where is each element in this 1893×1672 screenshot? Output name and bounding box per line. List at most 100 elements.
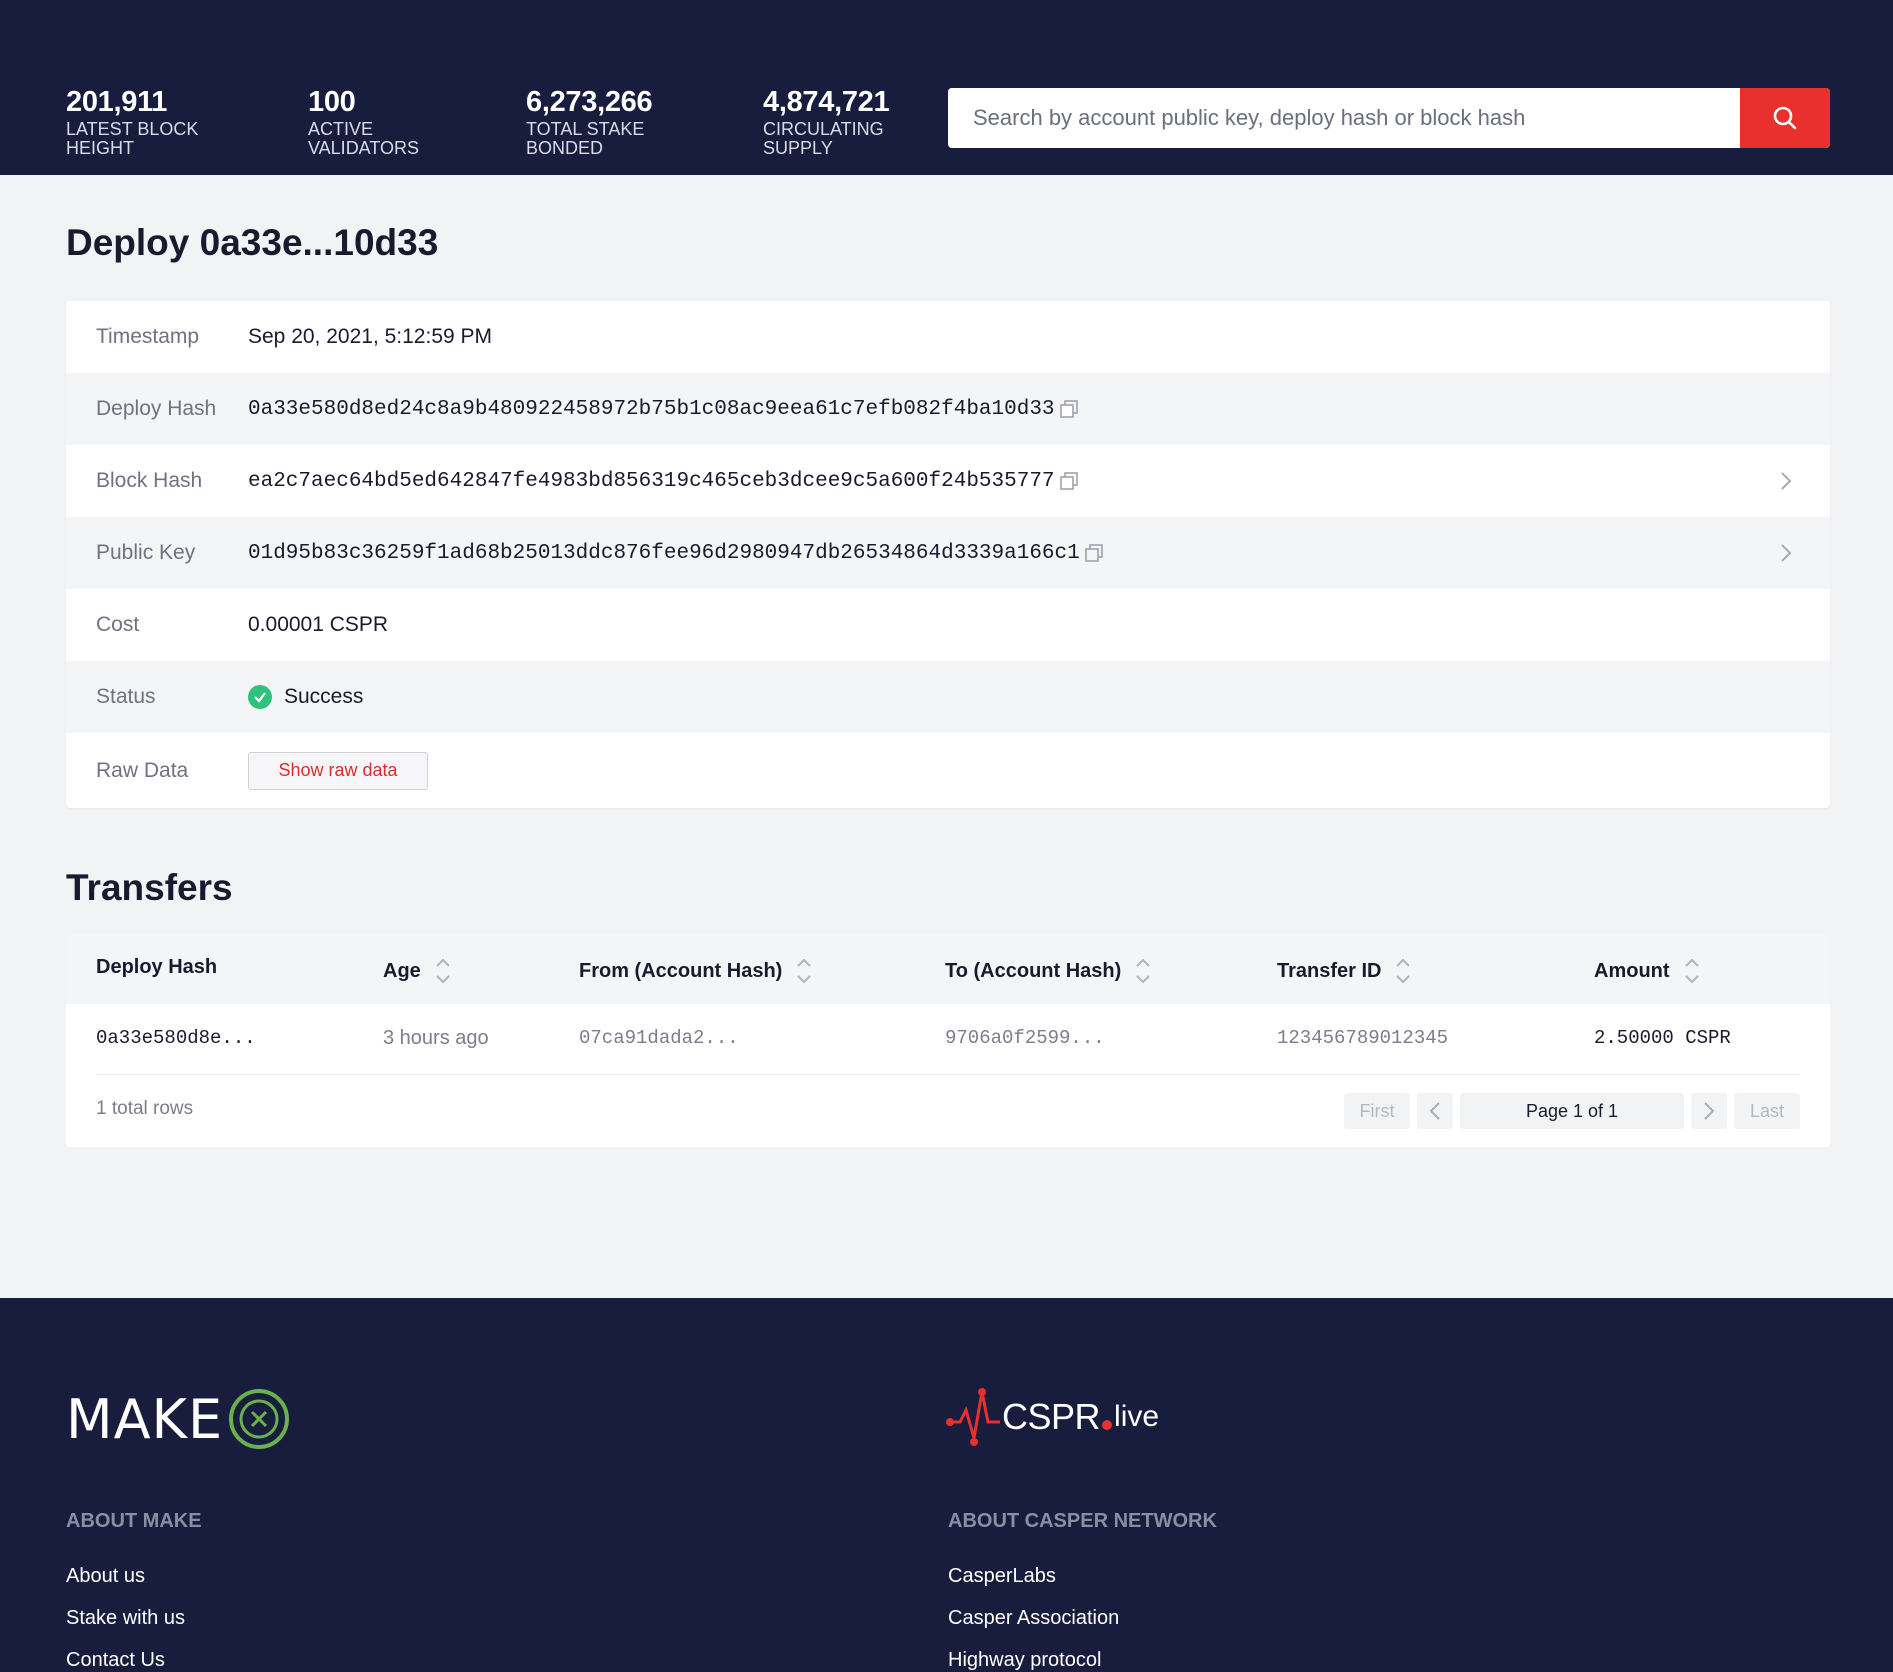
transfers-table: Deploy Hash Age From (Account Hash) To (… [66,934,1830,1147]
public-key-value[interactable]: 01d95b83c36259f1ad68b25013ddc876fee96d29… [248,542,1080,565]
status-text: Success [284,685,364,708]
stat-total-stake-bonded: 6,273,266 TOTAL STAKE BONDED [526,86,653,158]
column-header-label: Transfer ID [1277,959,1382,982]
cell-to[interactable]: 9706a0f2599... [945,1027,1105,1049]
search-bar [948,88,1830,148]
make-x-icon [229,1389,290,1449]
deploy-details-card: Timestamp Sep 20, 2021, 5:12:59 PM Deplo… [66,301,1830,808]
logo-dot [1102,1420,1113,1430]
sort-icon[interactable] [1684,956,1700,986]
column-header-label: Deploy Hash [96,956,218,978]
stat-label: SUPPLY [763,138,833,158]
chevron-right-icon[interactable] [1780,543,1792,563]
stat-value: 100 [308,86,356,118]
stat-label: BONDED [526,138,604,158]
stat-latest-block-height: 201,911 LATEST BLOCK HEIGHT [66,86,199,158]
footer-link-casper-association[interactable]: Casper Association [948,1607,1119,1630]
first-page-button[interactable]: First [1344,1093,1410,1129]
stat-label: VALIDATORS [308,138,420,158]
stat-label: CIRCULATING [763,119,884,139]
detail-row-deploy-hash: Deploy Hash 0a33e580d8ed24c8a9b480922458… [66,373,1830,445]
chevron-right-icon[interactable] [1780,471,1792,491]
footer-link-highway-protocol[interactable]: Highway protocol [948,1649,1101,1672]
stat-label: ACTIVE [308,119,374,139]
footer-link-stake-with-us[interactable]: Stake with us [66,1607,185,1630]
block-hash-value[interactable]: ea2c7aec64bd5ed642847fe4983bd856319c465c… [248,470,1055,493]
column-header-label: To (Account Hash) [945,959,1122,982]
column-header-transfer-id[interactable]: Transfer ID [1277,956,1411,986]
copy-icon[interactable] [1059,399,1079,419]
detail-row-timestamp: Timestamp Sep 20, 2021, 5:12:59 PM [66,301,1830,373]
divider [96,1074,1800,1075]
detail-value-wrap: Show raw data [248,751,428,790]
detail-label: Deploy Hash [96,397,217,420]
prev-page-button[interactable] [1417,1093,1453,1129]
cell-transfer-id: 123456789012345 [1277,1027,1449,1049]
column-header-to[interactable]: To (Account Hash) [945,956,1151,986]
footer-link-casperlabs[interactable]: CasperLabs [948,1565,1056,1588]
cspr-logo-text: CSPR [1002,1396,1101,1437]
footer-link-about-us[interactable]: About us [66,1565,145,1588]
sort-icon[interactable] [1135,956,1151,986]
make-logo[interactable]: MAKE [66,1387,291,1451]
footer-heading-about-make: ABOUT MAKE [66,1510,202,1532]
success-check-icon [248,685,272,709]
cell-amount: 2.50000 CSPR [1594,1027,1731,1049]
detail-value: 0.00001 CSPR [248,613,389,636]
cspr-live-logo[interactable]: CSPR live [946,1386,1159,1448]
detail-label: Block Hash [96,469,203,492]
top-bar: 201,911 LATEST BLOCK HEIGHT 100 ACTIVE V… [0,0,1893,175]
cell-from[interactable]: 07ca91dada2... [579,1027,739,1049]
detail-row-raw-data: Raw Data Show raw data [66,733,1830,808]
cspr-logo-suffix: live [1114,1400,1160,1433]
cell-deploy-hash[interactable]: 0a33e580d8e... [96,1027,256,1049]
copy-icon[interactable] [1084,543,1104,563]
column-header-age[interactable]: Age [383,956,451,986]
transfers-title: Transfers [66,867,233,908]
stat-circulating-supply: 4,874,721 CIRCULATING SUPPLY [763,86,890,158]
detail-row-block-hash[interactable]: Block Hash ea2c7aec64bd5ed642847fe4983bd… [66,445,1830,517]
detail-label: Public Key [96,541,196,564]
stat-active-validators: 100 ACTIVE VALIDATORS [308,86,420,158]
cell-age: 3 hours ago [383,1027,489,1049]
sort-icon[interactable] [1395,956,1411,986]
table-header: Deploy Hash Age From (Account Hash) To (… [66,934,1830,1004]
detail-row-cost: Cost 0.00001 CSPR [66,589,1830,661]
copy-icon[interactable] [1059,471,1079,491]
detail-label: Timestamp [96,325,200,348]
stat-label: HEIGHT [66,138,135,158]
show-raw-data-button[interactable]: Show raw data [248,751,428,790]
next-page-button[interactable] [1691,1093,1727,1129]
detail-value-wrap: 0a33e580d8ed24c8a9b480922458972b75b1c08a… [248,398,1079,421]
search-input[interactable] [948,88,1741,148]
sort-icon[interactable] [796,956,812,986]
detail-value-wrap: ea2c7aec64bd5ed642847fe4983bd856319c465c… [248,470,1079,493]
search-button[interactable] [1740,88,1830,148]
stat-value: 6,273,266 [526,86,653,118]
column-header-label: Age [383,959,421,982]
detail-row-status: Status Success [66,661,1830,733]
detail-label: Cost [96,613,140,636]
total-rows: 1 total rows [96,1098,194,1119]
detail-row-public-key[interactable]: Public Key 01d95b83c36259f1ad68b25013ddc… [66,517,1830,589]
deploy-hash-value: 0a33e580d8ed24c8a9b480922458972b75b1c08a… [248,397,1055,421]
page-title: Deploy 0a33e...10d33 [66,222,439,263]
column-header-amount[interactable]: Amount [1594,956,1700,986]
footer [0,1298,1893,1672]
last-page-button[interactable]: Last [1734,1093,1800,1129]
footer-link-contact-us[interactable]: Contact Us [66,1649,165,1672]
search-icon [1773,106,1797,130]
make-logo-text: MAKE [66,1387,224,1451]
chevron-right-icon [1704,1102,1715,1120]
column-header-from[interactable]: From (Account Hash) [579,956,812,986]
page-indicator: Page 1 of 1 [1460,1093,1684,1129]
stat-value: 4,874,721 [763,86,890,118]
stat-label: LATEST BLOCK [66,119,199,139]
column-header-label: Amount [1594,959,1670,982]
stat-value: 201,911 [66,86,168,118]
sort-icon[interactable] [435,956,451,986]
detail-label: Raw Data [96,758,189,782]
detail-label: Status [96,685,156,708]
column-header-deploy-hash: Deploy Hash [96,956,217,979]
detail-value-wrap: Success [248,685,363,709]
